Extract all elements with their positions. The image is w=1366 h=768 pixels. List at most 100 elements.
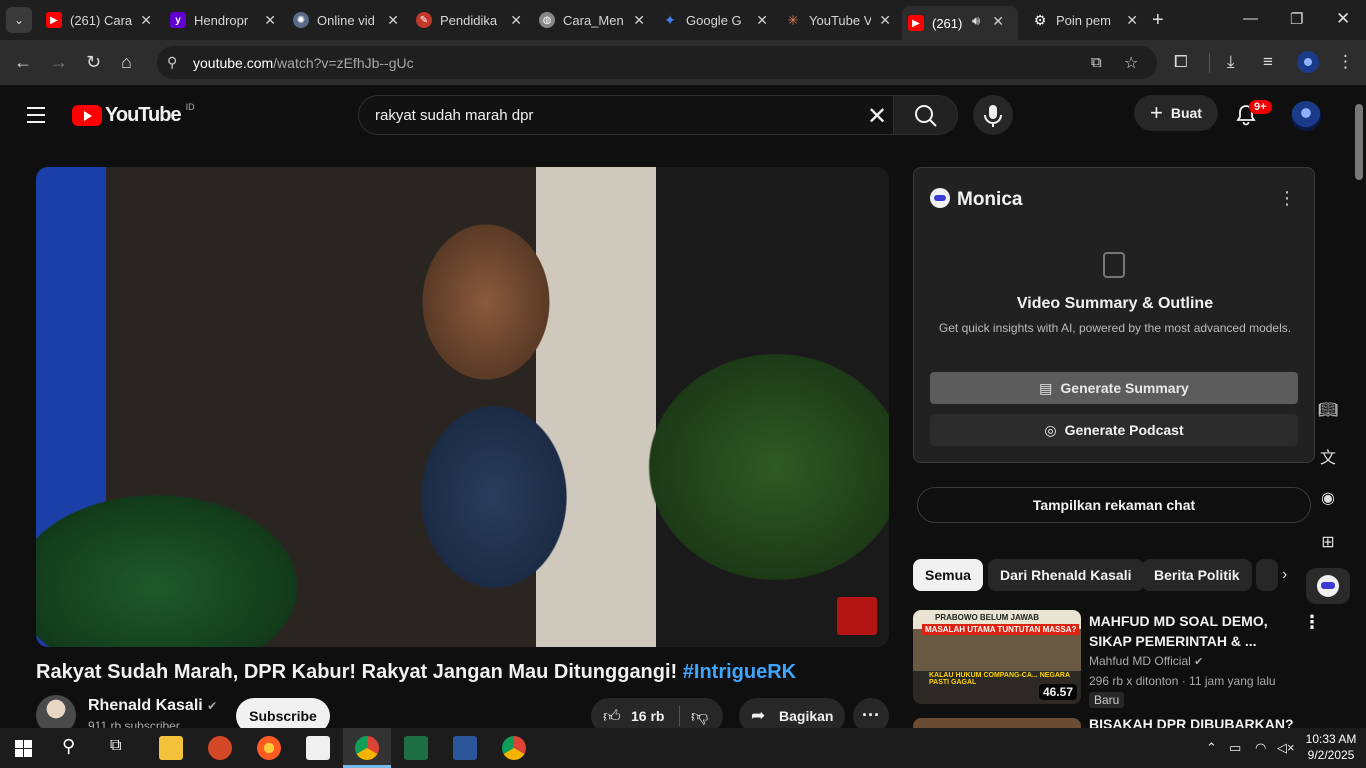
battery-icon[interactable]: ▭	[1229, 740, 1241, 756]
close-tab-icon[interactable]: ✕	[879, 12, 891, 29]
clear-search-icon[interactable]: ✕	[867, 102, 887, 131]
monica-subtitle: Get quick insights with AI, powered by t…	[938, 321, 1292, 335]
tab-search-button[interactable]: ⌄	[6, 7, 32, 33]
monica-face-icon	[1317, 575, 1339, 597]
generate-podcast-button[interactable]: ◎ Generate Podcast	[930, 414, 1298, 446]
translate-icon[interactable]: 文	[1316, 444, 1340, 468]
reload-icon[interactable]: ↻	[86, 52, 101, 73]
sticky-app-icon[interactable]	[306, 736, 330, 760]
tab-2[interactable]: y Hendropr ✕	[170, 6, 280, 34]
restore-icon[interactable]: ❐	[1290, 10, 1303, 28]
video-player[interactable]	[36, 167, 889, 647]
podcast-side-icon[interactable]: ◉	[1316, 488, 1340, 512]
page-scrollbar[interactable]	[1351, 88, 1366, 728]
tab-8-active[interactable]: ▶ (261) 🔊︎ ✕	[902, 6, 1018, 40]
related-more-icon[interactable]: ⋮	[1303, 612, 1321, 633]
youtube-play-icon	[72, 105, 102, 126]
youtube-header: YouTube ID rakyat sudah marah dpr ✕ + Bua…	[0, 87, 1366, 143]
file-explorer-icon[interactable]	[159, 736, 183, 760]
address-bar[interactable]: ⚲ youtube.com/watch?v=zEfhJb--gUc ⧉ ☆	[157, 46, 1157, 79]
generate-summary-button[interactable]: ▤ Generate Summary	[930, 372, 1298, 404]
close-tab-icon[interactable]: ✕	[1126, 12, 1138, 29]
monica-fab-button[interactable]	[1306, 568, 1350, 604]
extensions-icon[interactable]: ⧠	[1174, 52, 1188, 72]
tab-3[interactable]: ✺ Online vid ✕	[293, 6, 403, 34]
hashtag-link[interactable]: #IntrigueRK	[683, 661, 796, 683]
dislike-thumb-icon[interactable]: 👎︎	[691, 706, 708, 727]
close-tab-icon[interactable]: ✕	[756, 12, 768, 29]
show-chat-replay-button[interactable]: Tampilkan rekaman chat	[917, 487, 1311, 523]
chrome-profile-icon[interactable]	[502, 736, 526, 760]
search-button[interactable]	[893, 96, 957, 134]
reader-book-icon[interactable]: 📖︎	[1316, 400, 1340, 424]
taskbar-clock[interactable]: 10:33 AM 9/2/2025	[1302, 731, 1360, 763]
close-tab-icon[interactable]: ✕	[140, 12, 152, 29]
youtube-favicon-icon: ▶	[908, 15, 924, 31]
account-avatar[interactable]	[1291, 101, 1321, 131]
youtube-logo[interactable]: YouTube ID	[72, 102, 195, 127]
tab-label: YouTube V	[809, 12, 871, 28]
tab-7[interactable]: ✳ YouTube V ✕	[785, 6, 895, 34]
channel-name[interactable]: Rhenald Kasali ✔	[88, 697, 217, 715]
apps-grid-icon[interactable]: ⊞	[1316, 532, 1340, 556]
close-tab-icon[interactable]: ✕	[387, 12, 399, 29]
related-channel-name[interactable]: Mahfud MD Official ✔	[1089, 654, 1203, 668]
minimize-icon[interactable]: —	[1243, 10, 1258, 27]
close-window-icon[interactable]: ✕	[1336, 9, 1350, 29]
new-tab-button[interactable]: +	[1152, 9, 1164, 32]
related-video-thumbnail[interactable]: PRABOWO BELUM JAWAB MASALAH UTAMA TUNTUT…	[913, 610, 1081, 704]
back-icon[interactable]: ←	[14, 52, 32, 73]
related-video-title[interactable]: MAHFUD MD SOAL DEMO, SIKAP PEMERINTAH & .…	[1089, 611, 1289, 651]
forward-icon[interactable]: →	[50, 52, 68, 73]
search-icon	[915, 105, 937, 127]
profile-avatar[interactable]	[1297, 51, 1319, 73]
tab-1[interactable]: ▶ (261) Cara ✕	[46, 6, 156, 34]
video-title: Rakyat Sudah Marah, DPR Kabur! Rakyat Ja…	[36, 661, 797, 683]
tray-chevron-icon[interactable]: ⌃	[1206, 740, 1217, 756]
scrollbar-thumb[interactable]	[1355, 104, 1363, 180]
word-icon[interactable]	[453, 736, 477, 760]
tab-9[interactable]: ⚙ Poin pem ✕	[1032, 6, 1142, 34]
close-tab-icon[interactable]: ✕	[633, 12, 645, 29]
monica-title: Monica	[957, 189, 1023, 210]
wifi-icon[interactable]: ◠	[1255, 740, 1266, 756]
firefox-icon[interactable]	[257, 736, 281, 760]
powerpoint-icon[interactable]	[208, 736, 232, 760]
task-view-icon[interactable]: ⧉	[110, 737, 121, 755]
video-duration: 46.57	[1038, 684, 1077, 700]
chevron-right-icon[interactable]: ›	[1282, 566, 1287, 584]
like-count[interactable]: 16 rb	[631, 708, 664, 724]
media-control-icon[interactable]: ≡	[1263, 52, 1273, 72]
create-button[interactable]: + Buat	[1134, 95, 1218, 131]
chip-from-channel[interactable]: Dari Rhenald Kasali	[988, 559, 1144, 591]
search-box[interactable]: rakyat sudah marah dpr ✕	[358, 95, 958, 135]
chrome-icon[interactable]	[355, 736, 379, 760]
tab-6[interactable]: ✦ Google G ✕	[662, 6, 772, 34]
chip-overflow[interactable]	[1256, 559, 1278, 591]
search-input[interactable]: rakyat sudah marah dpr	[375, 107, 533, 124]
windows-start-icon[interactable]	[15, 740, 32, 757]
chrome-menu-icon[interactable]: ⋮	[1337, 52, 1354, 72]
home-icon[interactable]: ⌂	[121, 52, 132, 73]
menu-hamburger-icon[interactable]	[27, 107, 45, 128]
install-app-icon[interactable]: ⧉	[1091, 54, 1102, 71]
download-icon[interactable]: ⤓	[1227, 52, 1235, 72]
excel-icon[interactable]	[404, 736, 428, 760]
monica-more-icon[interactable]: ⋮	[1278, 188, 1296, 209]
chip-all[interactable]: Semua	[913, 559, 983, 591]
chip-politics-news[interactable]: Berita Politik	[1142, 559, 1252, 591]
volume-icon[interactable]: ◁×	[1277, 740, 1295, 756]
close-tab-icon[interactable]: ✕	[510, 12, 522, 29]
taskbar-search-icon[interactable]: ⚲	[62, 736, 75, 757]
close-tab-icon[interactable]: ✕	[992, 13, 1004, 30]
voice-search-button[interactable]	[973, 95, 1013, 135]
openai-favicon-icon: ⚙	[1033, 11, 1047, 28]
tab-4[interactable]: ✎ Pendidika ✕	[416, 6, 526, 34]
speaker-icon[interactable]: 🔊︎	[972, 13, 980, 29]
like-thumb-icon[interactable]: 👍︎	[603, 706, 621, 727]
bookmark-star-icon[interactable]: ☆	[1124, 53, 1138, 73]
close-tab-icon[interactable]: ✕	[264, 12, 276, 29]
site-info-icon[interactable]: ⚲	[167, 54, 177, 71]
tab-5[interactable]: ◍ Cara_Men ✕	[539, 6, 649, 34]
related-video-thumbnail[interactable]	[913, 718, 1081, 728]
